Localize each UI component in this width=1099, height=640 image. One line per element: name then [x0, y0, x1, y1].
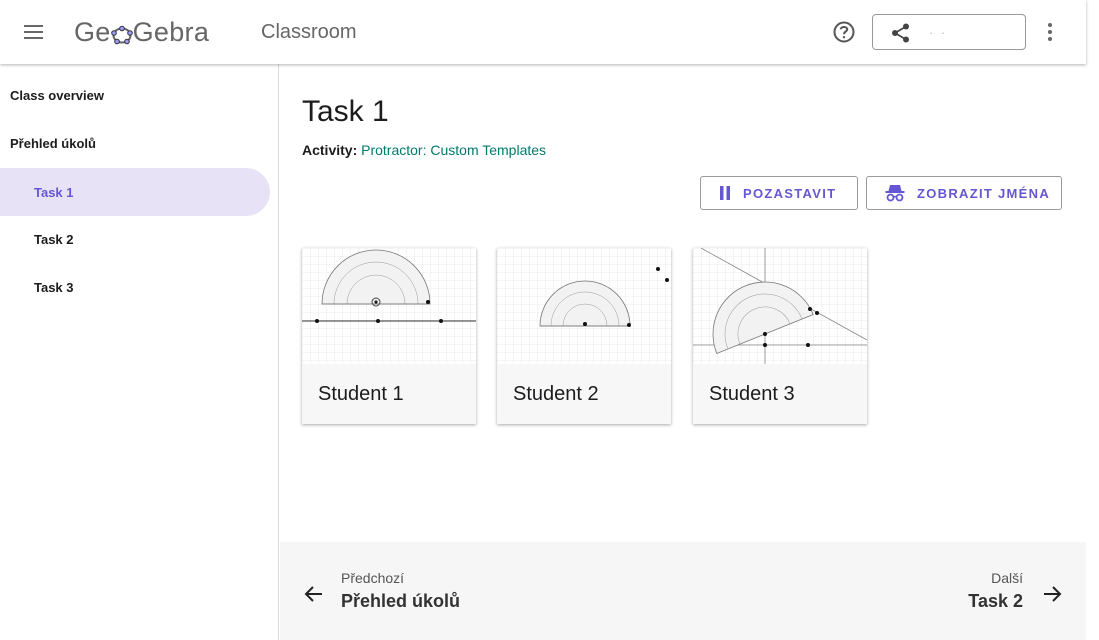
logo-ring-icon [110, 22, 133, 45]
show-names-button[interactable]: ZOBRAZIT JMÉNA [866, 176, 1062, 210]
sidebar: Class overview Přehled úkolů Task 1 Task… [0, 64, 279, 640]
activity-label: Activity: [302, 142, 358, 158]
show-names-button-label: ZOBRAZIT JMÉNA [917, 185, 1051, 201]
pause-button-label: POZASTAVIT [743, 185, 837, 201]
page-title: Task 1 [302, 95, 389, 128]
sidebar-item-task-2[interactable]: Task 2 [0, 215, 270, 263]
student-2-thumbnail [497, 248, 671, 364]
app-header: Ge Gebra Classroom · · [0, 0, 1086, 64]
logo-text-end: Gebra [132, 16, 210, 47]
student-card[interactable]: Student 3 [693, 248, 867, 424]
next-link[interactable]: Další Task 2 [846, 542, 1086, 640]
next-caption: Další [991, 570, 1023, 586]
app-title: Classroom [261, 21, 357, 43]
logo-text-start: Ge [74, 16, 111, 47]
geogebra-logo[interactable]: Ge Gebra [74, 14, 209, 50]
sidebar-item-task-overview[interactable]: Přehled úkolů [0, 119, 270, 167]
sidebar-item-class-overview[interactable]: Class overview [0, 71, 270, 119]
share-code: · · [929, 25, 948, 40]
student-name: Student 2 [513, 383, 599, 405]
student-name: Student 3 [709, 383, 795, 405]
student-name: Student 1 [318, 383, 404, 405]
student-1-thumbnail [302, 248, 476, 364]
task-navigation-footer: Předchozí Přehled úkolů Další Task 2 [280, 542, 1086, 640]
pause-icon [719, 186, 731, 200]
hamburger-menu-icon[interactable] [18, 18, 50, 46]
next-title: Task 2 [968, 591, 1023, 611]
sidebar-item-task-3[interactable]: Task 3 [0, 263, 270, 311]
arrow-left-icon [304, 584, 324, 609]
share-icon [892, 23, 909, 43]
help-circle-icon[interactable] [831, 19, 857, 45]
student-card[interactable]: Student 1 [302, 248, 476, 424]
arrow-right-icon [1042, 584, 1062, 609]
share-button[interactable]: · · [872, 14, 1026, 50]
pause-button[interactable]: POZASTAVIT [700, 176, 858, 210]
sidebar-item-task-1[interactable]: Task 1 [0, 168, 270, 216]
more-vert-icon[interactable] [1040, 20, 1060, 44]
student-card[interactable]: Student 2 [497, 248, 671, 424]
student-3-thumbnail [693, 248, 867, 364]
activity-line: Activity: Protractor: Custom Templates [302, 142, 546, 158]
previous-caption: Předchozí [341, 570, 405, 586]
previous-link[interactable]: Předchozí Přehled úkolů [280, 542, 520, 640]
previous-title: Přehled úkolů [341, 591, 461, 611]
activity-link[interactable]: Protractor: Custom Templates [361, 142, 546, 158]
incognito-icon [885, 184, 905, 202]
